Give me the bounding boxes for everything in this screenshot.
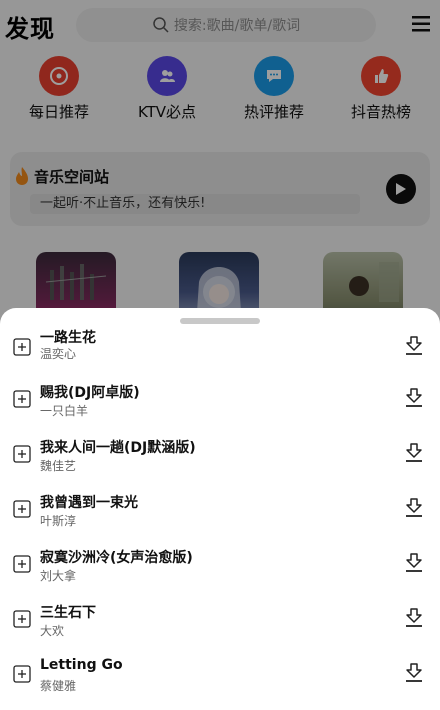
add-to-playlist-icon[interactable] <box>13 610 31 628</box>
song-artist: 大欢 <box>40 624 65 638</box>
song-row[interactable]: 我曾遇到一束光 叶斯淳 <box>0 492 440 542</box>
song-artist: 温奕心 <box>40 347 77 361</box>
add-to-playlist-icon[interactable] <box>13 555 31 573</box>
add-to-playlist-icon[interactable] <box>13 665 31 683</box>
song-title: 我曾遇到一束光 <box>40 495 138 511</box>
download-icon[interactable] <box>404 552 424 574</box>
song-row[interactable]: 一路生花 温奕心 <box>0 330 440 380</box>
song-title: 赐我(DJ阿卓版) <box>40 385 140 401</box>
song-row[interactable]: 我来人间一趟(DJ默涵版) 魏佳艺 <box>0 437 440 487</box>
add-to-playlist-icon[interactable] <box>13 445 31 463</box>
download-icon[interactable] <box>404 387 424 409</box>
song-row[interactable]: 三生石下 大欢 <box>0 602 440 652</box>
drag-handle[interactable] <box>180 318 260 324</box>
song-title: 我来人间一趟(DJ默涵版) <box>40 440 196 456</box>
download-icon[interactable] <box>404 442 424 464</box>
download-icon[interactable] <box>404 662 424 684</box>
song-artist: 一只白羊 <box>40 404 89 418</box>
song-artist: 叶斯淳 <box>40 514 77 528</box>
song-row[interactable]: 寂寞沙洲冷(女声治愈版) 刘大拿 <box>0 547 440 597</box>
song-row[interactable]: 赐我(DJ阿卓版) 一只白羊 <box>0 382 440 432</box>
download-icon[interactable] <box>404 335 424 357</box>
song-artist: 刘大拿 <box>40 569 77 583</box>
song-artist: 魏佳艺 <box>40 459 77 473</box>
song-title: 一路生花 <box>40 330 96 346</box>
song-list-sheet: 一路生花 温奕心 赐我(DJ阿卓版) 一只白羊 我来人间一趟(DJ默涵版) 魏佳… <box>0 308 440 710</box>
add-to-playlist-icon[interactable] <box>13 390 31 408</box>
add-to-playlist-icon[interactable] <box>13 500 31 518</box>
song-title: 寂寞沙洲冷(女声治愈版) <box>40 550 193 566</box>
add-to-playlist-icon[interactable] <box>13 338 31 356</box>
song-title: 三生石下 <box>40 605 96 621</box>
song-artist: 蔡健雅 <box>40 679 77 693</box>
download-icon[interactable] <box>404 497 424 519</box>
song-title: Letting Go <box>40 657 123 673</box>
download-icon[interactable] <box>404 607 424 629</box>
song-row[interactable]: Letting Go 蔡健雅 <box>0 657 440 707</box>
